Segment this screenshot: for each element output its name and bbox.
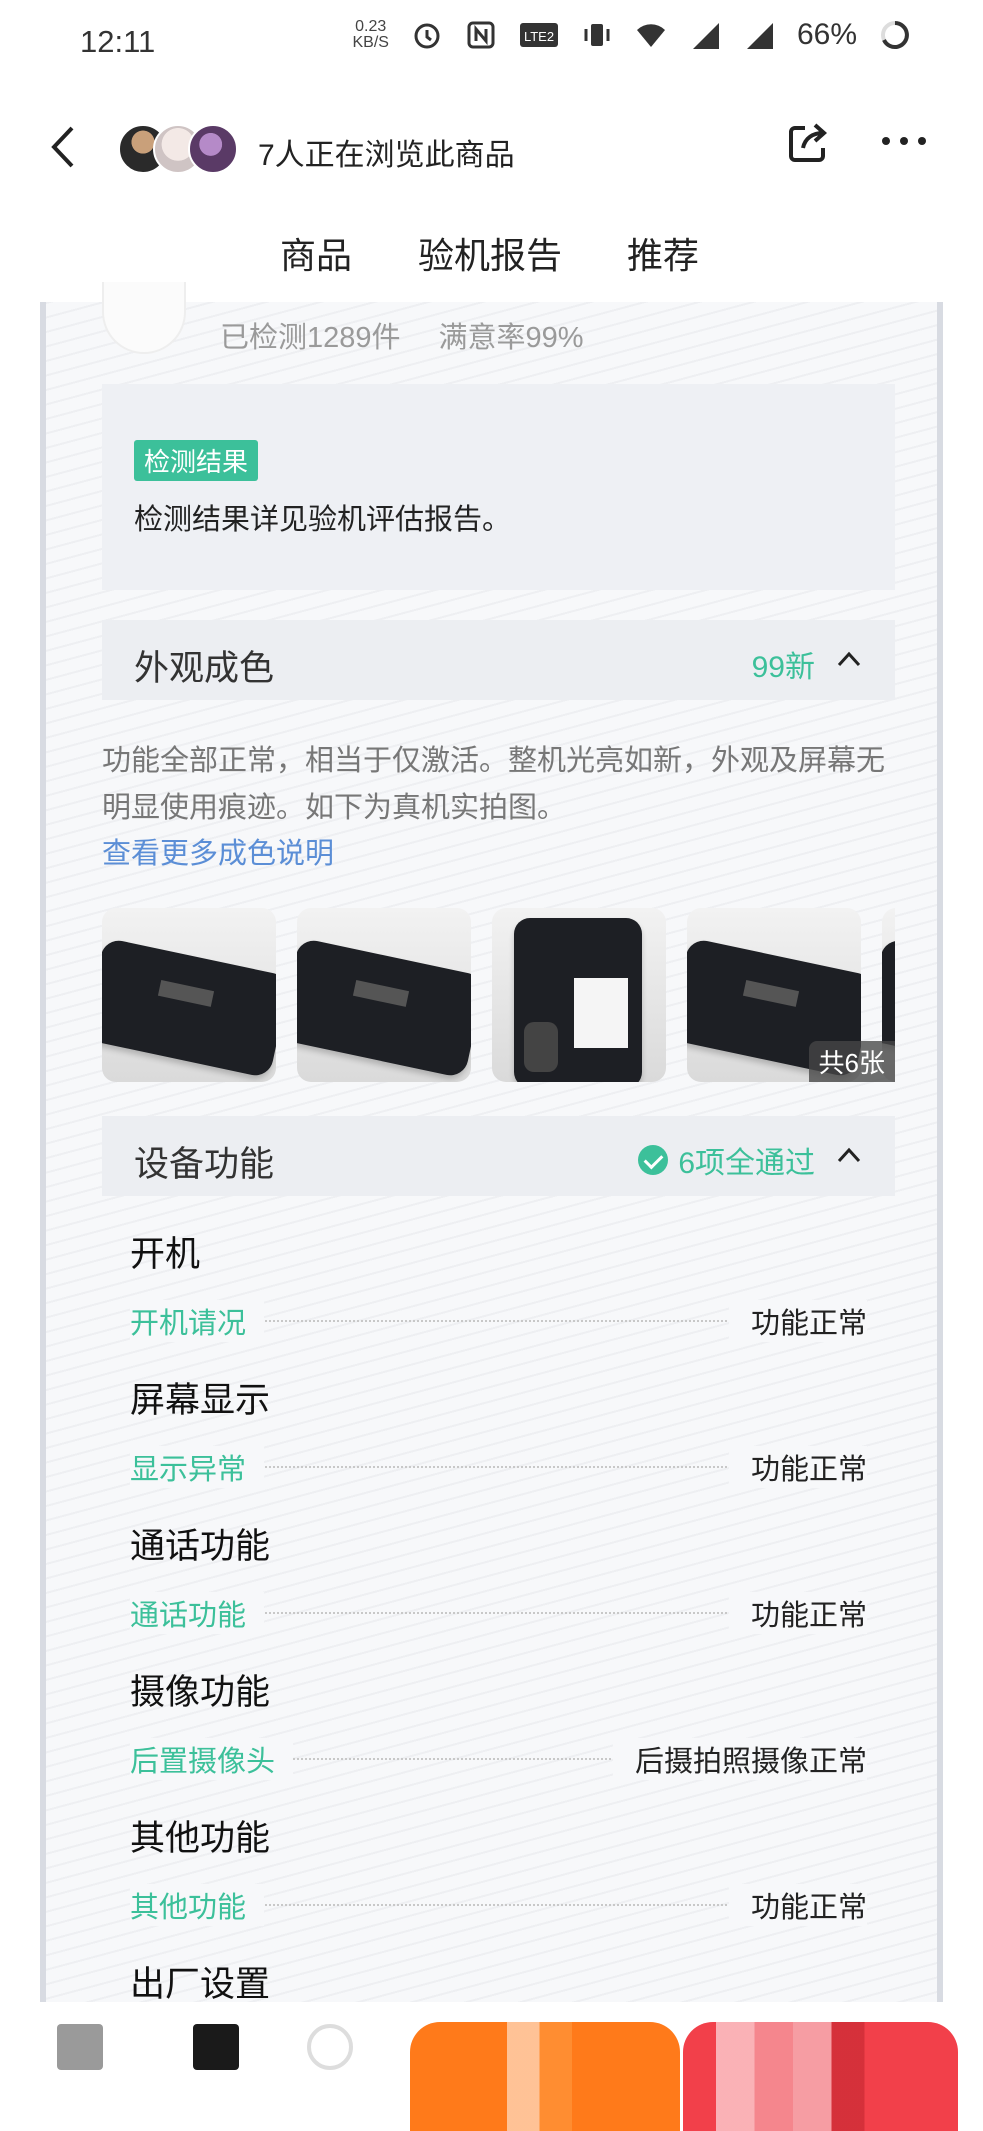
report-content[interactable]: 已检测1289件 满意率99% 检测结果 检测结果详见验机评估报告。 外观成色 9…	[40, 282, 943, 2004]
appearance-title: 外观成色	[134, 649, 275, 688]
svg-text:LTE2: LTE2	[524, 29, 554, 44]
function-group: 通话功能 通话功能 功能正常	[102, 1504, 895, 1650]
function-group-title: 通话功能	[130, 1527, 271, 1566]
more-condition-link[interactable]: 查看更多成色说明	[102, 830, 334, 872]
functions-summary-text: 6项全通过	[678, 1147, 815, 1180]
functions-summary: 6项全通过	[638, 1138, 815, 1182]
result-text: 检测结果详见验机评估报告。	[134, 504, 512, 536]
inspector-avatar	[102, 282, 186, 354]
function-row: 后置摄像头 后摄拍照摄像正常	[130, 1738, 867, 1780]
function-item-result: 功能正常	[728, 1446, 867, 1488]
photo-content	[514, 918, 642, 1082]
satisfaction-rate: 满意率99%	[438, 322, 584, 354]
avatar	[188, 124, 238, 174]
chevron-up-icon[interactable]	[837, 1146, 861, 1164]
function-row: 通话功能 功能正常	[130, 1592, 867, 1634]
volte-icon: LTE2	[519, 23, 558, 47]
result-badge: 检测结果	[134, 440, 259, 481]
photo-count[interactable]: 共6张	[808, 1041, 895, 1082]
function-group-title: 出厂设置	[130, 1965, 271, 2004]
inspector-stats: 已检测1289件 满意率99%	[220, 314, 584, 356]
viewers-count-text: 7人正在浏览此商品	[258, 139, 515, 172]
inspected-count: 已检测1289件	[220, 322, 401, 354]
vibrate-icon	[584, 24, 610, 46]
battery-percent: 66%	[796, 18, 857, 51]
function-group-title: 开机	[130, 1235, 201, 1274]
bottom-item-home[interactable]	[40, 2024, 120, 2076]
status-time: 12:11	[80, 24, 156, 59]
signal-4g-icon	[746, 23, 773, 49]
function-row: 其他功能 功能正常	[130, 1884, 867, 1926]
chevron-up-icon[interactable]	[837, 650, 861, 668]
speed-value: 0.23	[355, 18, 387, 35]
appearance-grade: 99新	[751, 651, 815, 684]
function-row: 显示异常 功能正常	[130, 1446, 867, 1488]
functions-section-header[interactable]: 设备功能 6项全通过	[102, 1116, 895, 1196]
functions-title: 设备功能	[134, 1145, 275, 1184]
home-icon	[57, 2024, 103, 2070]
device-photo[interactable]	[297, 908, 471, 1082]
bottom-item-favorite[interactable]	[176, 2024, 256, 2076]
back-icon[interactable]	[44, 122, 84, 172]
function-group: 屏幕显示 显示异常 功能正常	[102, 1358, 895, 1504]
more-icon[interactable]	[879, 126, 929, 156]
bottom-action-bar	[0, 2002, 983, 2131]
photo-content	[102, 937, 276, 1079]
top-header: 7人正在浏览此商品	[0, 92, 983, 202]
check-circle-icon	[638, 1145, 669, 1175]
chat-icon	[307, 2024, 353, 2070]
function-item-name: 其他功能	[130, 1884, 265, 1926]
nfc-icon	[467, 21, 495, 49]
favorite-icon	[193, 2024, 239, 2070]
function-item-result: 功能正常	[728, 1884, 867, 1926]
function-item-name: 开机请况	[130, 1300, 265, 1342]
device-photo[interactable]	[102, 908, 276, 1082]
function-item-name: 通话功能	[130, 1592, 265, 1634]
function-group-title: 屏幕显示	[130, 1381, 271, 1420]
function-group: 其他功能 其他功能 功能正常	[102, 1796, 895, 1942]
alarm-icon	[414, 23, 440, 49]
appearance-description: 功能全部正常，相当于仅激活。整机光亮如新，外观及屏幕无明显使用痕迹。如下为真机实…	[102, 745, 886, 824]
function-list: 开机 开机请况 功能正常 屏幕显示 显示异常 功能正常 通话功能 通话功能 功能…	[102, 1212, 895, 2088]
signal-3g-icon	[692, 23, 719, 49]
status-bar: 12:11 0.23 KB/S LTE2 66%	[0, 0, 983, 92]
function-group: 开机 开机请况 功能正常	[102, 1212, 895, 1358]
speed-unit: KB/S	[352, 34, 389, 51]
function-item-name: 显示异常	[130, 1446, 265, 1488]
function-group: 摄像功能 后置摄像头 后摄拍照摄像正常	[102, 1650, 895, 1796]
appearance-section-header[interactable]: 外观成色 99新	[102, 620, 895, 700]
result-card: 检测结果 检测结果详见验机评估报告。	[102, 384, 895, 590]
status-icons: 0.23 KB/S LTE2 66%	[352, 18, 911, 52]
share-icon[interactable]	[785, 120, 831, 166]
function-item-result: 功能正常	[728, 1300, 867, 1342]
function-item-result: 功能正常	[728, 1592, 867, 1634]
inspector-info: 已检测1289件 满意率99%	[102, 282, 895, 378]
battery-ring-icon	[881, 21, 909, 49]
blurred-label	[410, 2022, 680, 2131]
tab-inspection-report[interactable]: 验机报告	[418, 227, 562, 315]
buy-now-button[interactable]	[683, 2022, 958, 2131]
viewer-avatars	[118, 124, 238, 174]
network-speed: 0.23 KB/S	[352, 19, 388, 51]
function-item-name: 后置摄像头	[130, 1738, 294, 1780]
tab-recommend[interactable]: 推荐	[627, 227, 699, 279]
function-item-result: 后摄拍照摄像正常	[612, 1738, 867, 1780]
device-photo[interactable]	[492, 908, 666, 1082]
app-screen: 12:11 0.23 KB/S LTE2 66% 7人正在浏览此商品 商品 验机…	[0, 0, 983, 2131]
bottom-item-chat[interactable]	[290, 2024, 370, 2076]
tab-goods[interactable]: 商品	[280, 227, 352, 279]
wifi-icon	[636, 24, 665, 47]
photo-content	[297, 937, 471, 1079]
function-row: 开机请况 功能正常	[130, 1300, 867, 1342]
function-group-title: 摄像功能	[130, 1673, 271, 1712]
function-group-title: 其他功能	[130, 1819, 271, 1858]
blurred-label	[683, 2022, 958, 2131]
photo-strip[interactable]: 共6张	[102, 908, 895, 1082]
bargain-button[interactable]	[410, 2022, 680, 2131]
